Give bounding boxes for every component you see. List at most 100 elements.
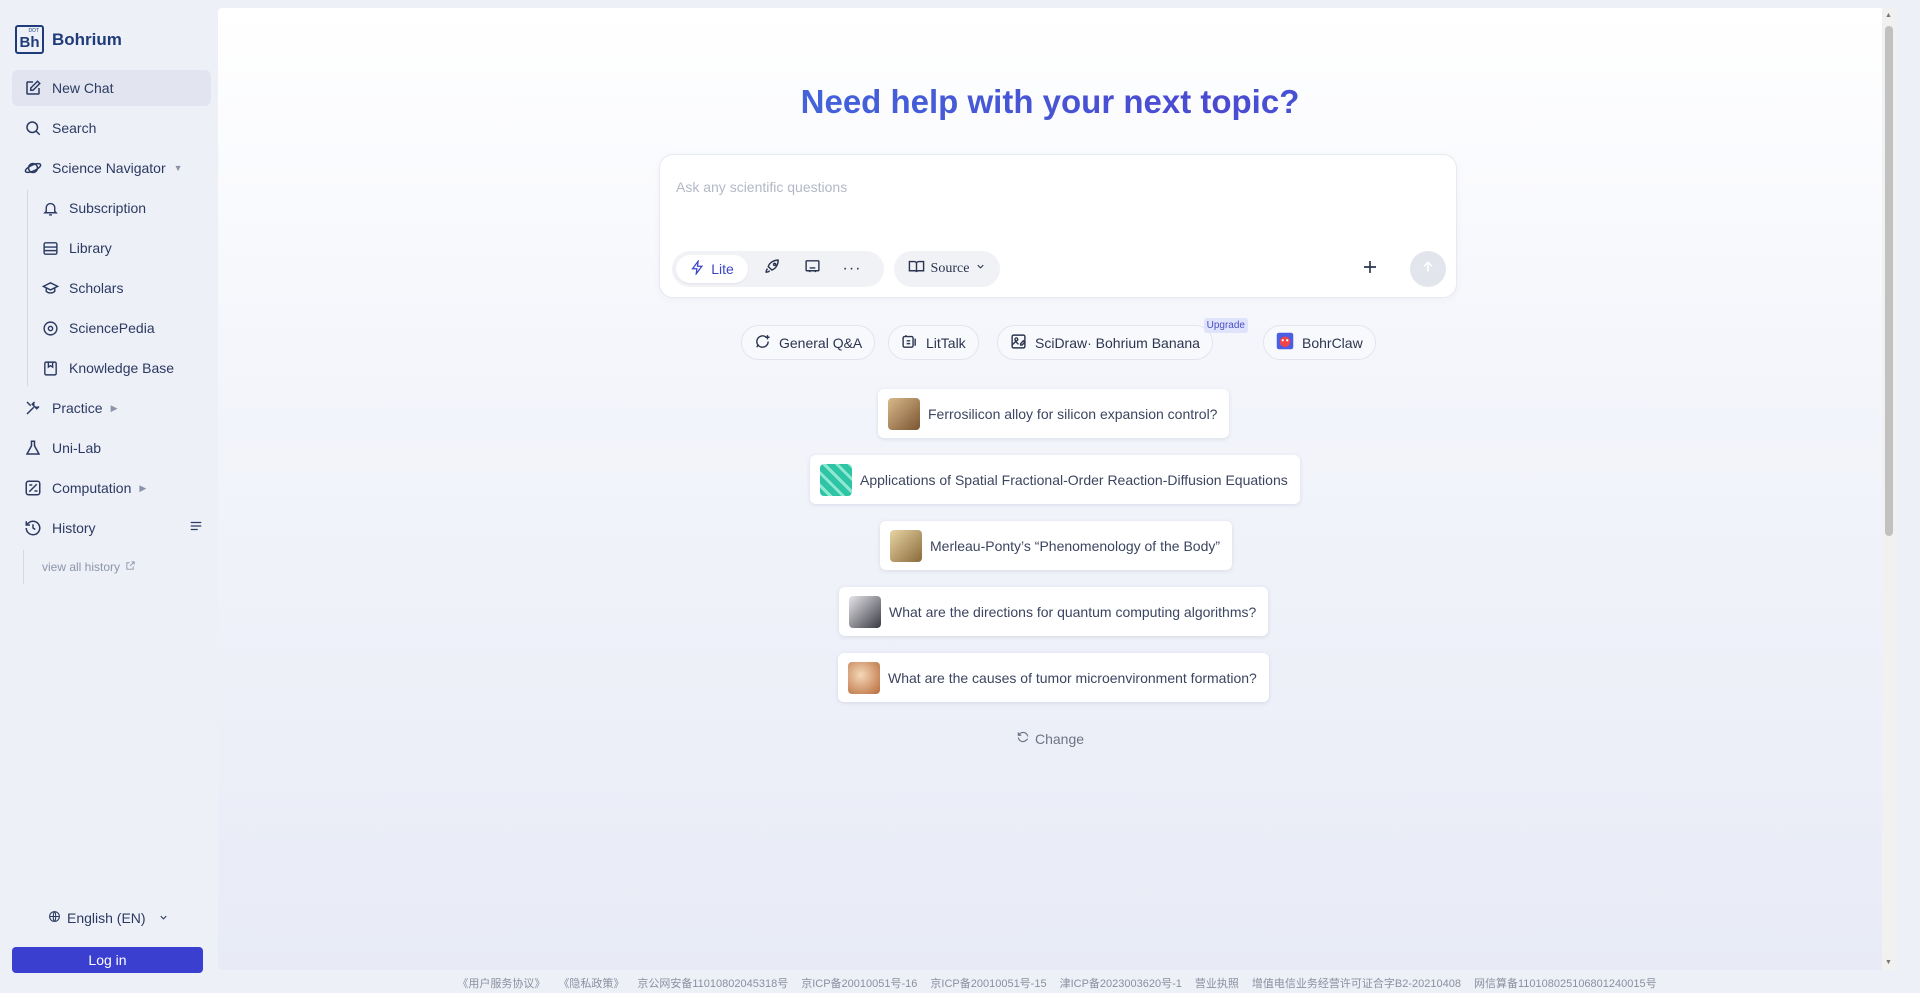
scroll-up-arrow-icon[interactable]: ▲ (1885, 12, 1892, 19)
sidebar-item-practice[interactable]: Practice ▶ (12, 390, 211, 426)
sidebar-item-label: History (52, 520, 96, 536)
sidebar-item-library[interactable]: Library (30, 230, 211, 266)
history-icon (23, 518, 43, 538)
upgrade-badge: Upgrade (1203, 318, 1248, 333)
suggestion-text: Applications of Spatial Fractional-Order… (860, 471, 1288, 488)
chip-bohrclaw[interactable]: BohrClaw (1263, 325, 1376, 360)
chevron-down-icon (158, 910, 169, 926)
library-icon (40, 238, 60, 258)
main-panel: Need help with your next topic? Lite (218, 8, 1896, 970)
login-button[interactable]: Log in (12, 947, 203, 973)
sidebar-item-science-navigator[interactable]: Science Navigator ▼ (12, 150, 211, 186)
external-link-icon (125, 560, 136, 574)
language-label: English (EN) (67, 910, 146, 926)
suggestion-text: Merleau-Ponty’s “Phenomenology of the Bo… (930, 537, 1221, 554)
list-menu-icon[interactable] (189, 519, 203, 536)
page-title: Need help with your next topic? (218, 83, 1882, 121)
send-button[interactable] (1410, 251, 1446, 287)
sidebar-item-scholars[interactable]: Scholars (30, 270, 211, 306)
chat-plus-icon (754, 333, 771, 353)
chip-label: BohrClaw (1302, 334, 1363, 351)
bohrclaw-logo-icon (1276, 332, 1294, 353)
chip-littalk[interactable]: LitTalk (888, 325, 979, 360)
more-options-button[interactable]: ··· (832, 255, 872, 283)
mode-switcher: Lite ··· (672, 251, 884, 287)
sidebar-item-label: Search (52, 120, 97, 136)
suggestion-item[interactable]: Ferrosilicon alloy for silicon expansion… (878, 389, 1230, 438)
calculator-icon (23, 478, 43, 498)
brand-logo[interactable]: DOT Bh Bohrium (15, 25, 122, 54)
mode-presentation-button[interactable] (792, 255, 832, 283)
caret-down-icon: ▼ (173, 163, 183, 173)
sidebar-item-label: Scholars (69, 280, 124, 296)
brand-name: Bohrium (52, 29, 122, 49)
footer-link[interactable]: 津ICP备2023003620号-1 (1060, 975, 1182, 991)
sidebar-item-label: Subscription (69, 200, 147, 216)
sidebar-item-label: Knowledge Base (69, 360, 175, 376)
mode-rocket-button[interactable] (752, 255, 792, 283)
sidebar-item-knowledge-base[interactable]: Knowledge Base (30, 350, 211, 386)
chat-composer: Lite ··· Source (659, 154, 1457, 298)
knowledge-base-icon (40, 358, 60, 378)
footer-link[interactable]: 营业执照 (1195, 975, 1239, 991)
question-input[interactable] (676, 175, 1436, 199)
footer-link[interactable]: 京ICP备20010051号-15 (930, 975, 1046, 991)
add-attachment-button[interactable] (1352, 251, 1388, 287)
chevron-down-icon (975, 261, 986, 277)
sidebar-item-search[interactable]: Search (12, 110, 211, 146)
footer-link[interactable]: 京公网安备11010802045318号 (637, 975, 788, 991)
mode-lite-label: Lite (711, 261, 734, 277)
suggestion-thumbnail (848, 661, 880, 694)
more-horizontal-icon: ··· (842, 260, 862, 277)
planet-icon (23, 158, 43, 178)
view-all-history-link[interactable]: view all history (23, 550, 211, 584)
suggestion-thumbnail (888, 397, 920, 430)
footer-link[interactable]: 《用户服务协议》 (457, 975, 545, 991)
scrollbar-thumb[interactable] (1885, 26, 1893, 536)
plus-icon (1361, 258, 1379, 281)
sidebar-item-label: Library (69, 240, 112, 256)
chip-label: General Q&A (779, 334, 863, 351)
sidebar-item-uni-lab[interactable]: Uni-Lab (12, 430, 211, 466)
sidebar-item-computation[interactable]: Computation ▶ (12, 470, 211, 506)
sidebar-item-sciencepedia[interactable]: SciencePedia (30, 310, 211, 346)
footer-link[interactable]: 《隐私政策》 (558, 975, 624, 991)
sidebar-item-new-chat[interactable]: New Chat (12, 70, 211, 106)
refresh-icon (1016, 730, 1030, 747)
lab-icon (23, 438, 43, 458)
source-selector[interactable]: Source (894, 251, 1000, 287)
suggestion-item[interactable]: What are the directions for quantum comp… (839, 587, 1269, 636)
graduation-cap-icon (40, 278, 60, 298)
footer-link[interactable]: 京ICP备20010051号-16 (801, 975, 917, 991)
footer-links: 《用户服务协议》 《隐私政策》 京公网安备11010802045318号 京IC… (218, 972, 1896, 993)
language-selector[interactable]: English (EN) (48, 910, 169, 926)
scroll-down-arrow-icon[interactable]: ▼ (1885, 959, 1892, 966)
footer-link[interactable]: 网信算备110108025106801240015号 (1474, 975, 1657, 991)
rocket-icon (764, 258, 781, 280)
caret-right-icon: ▶ (139, 482, 147, 493)
chip-label: SciDraw· Bohrium Banana (1035, 334, 1200, 351)
suggestion-thumbnail (890, 529, 922, 562)
search-icon (23, 118, 43, 138)
chip-general-qa[interactable]: General Q&A (741, 325, 876, 360)
chip-scidraw[interactable]: SciDraw· Bohrium Banana Upgrade (997, 318, 1248, 360)
suggestion-item[interactable]: Applications of Spatial Fractional-Order… (810, 455, 1300, 504)
sidebar-item-label: Practice (52, 400, 103, 416)
logo-mark-text: Bh (19, 34, 40, 51)
sidebar-item-history[interactable]: History (12, 510, 211, 546)
chip-label: LitTalk (926, 334, 966, 351)
suggestion-item[interactable]: Merleau-Ponty’s “Phenomenology of the Bo… (880, 521, 1233, 570)
suggestion-thumbnail (849, 595, 881, 628)
suggestion-text: What are the causes of tumor microenviro… (888, 669, 1257, 686)
change-suggestions-button[interactable]: Change (218, 730, 1882, 747)
sidebar-item-subscription[interactable]: Subscription (30, 190, 211, 226)
sidebar-item-label: Uni-Lab (52, 440, 102, 456)
image-edit-icon (1010, 333, 1027, 353)
presentation-icon (804, 258, 821, 280)
footer-link[interactable]: 增值电信业务经营许可证合字B2-20210408 (1252, 975, 1461, 991)
edit-icon (23, 78, 43, 98)
suggestion-item[interactable]: What are the causes of tumor microenviro… (838, 653, 1269, 702)
bohrium-logo-icon: DOT Bh (15, 25, 44, 54)
mode-lite-button[interactable]: Lite (676, 255, 748, 283)
scrollbar[interactable]: ▲ ▼ (1882, 8, 1896, 970)
